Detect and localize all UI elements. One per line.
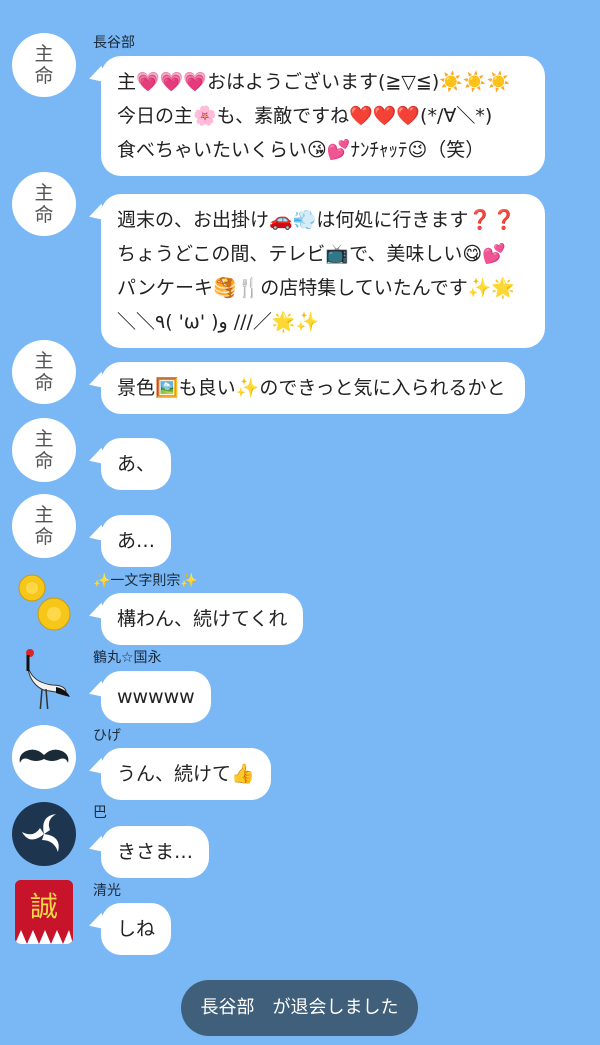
message-line: 週末の、お出掛け🚗💨は何処に行きます❓❓ [117, 209, 516, 231]
message-bubble[interactable]: あ… [101, 515, 172, 567]
sender-name: 巴 [93, 805, 107, 821]
chrysanthemum-icon[interactable] [12, 570, 76, 634]
message-line: wwwww [117, 686, 195, 708]
avatar-text-bottom: 命 [34, 526, 54, 548]
message-line: しね [117, 918, 156, 940]
sender-name: ✨一文字則宗✨ [93, 573, 198, 589]
message-line: あ、 [117, 453, 156, 475]
avatar-text-bottom: 命 [34, 372, 54, 394]
makoto-crest-icon[interactable]: 誠 [15, 880, 73, 944]
avatar-text-top: 主 [34, 504, 54, 526]
message-line: ちょうどこの間、テレビ📺で、美味しい😋💕 [117, 243, 506, 265]
tomoe-crest-icon[interactable] [12, 802, 76, 866]
message-bubble[interactable]: 景色🖼️も良い✨のできっと気に入られるかと [101, 362, 525, 414]
crane-icon[interactable] [12, 645, 76, 709]
avatar-text-bottom: 命 [34, 450, 54, 472]
sender-name: 長谷部 [93, 35, 135, 51]
avatar-text-bottom: 命 [34, 204, 54, 226]
sender-name: ひげ [93, 728, 121, 744]
sender-name: 鶴丸☆国永 [93, 650, 162, 666]
system-notice-left-group: 長谷部 が退会しました [181, 980, 418, 1036]
message-bubble[interactable]: きさま… [101, 826, 210, 878]
svg-text:誠: 誠 [30, 890, 58, 923]
message-line: 食べちゃいたいくらい😘💕ﾅﾝﾁｬｯﾃ😉（笑） [117, 139, 485, 161]
mustache-icon[interactable] [12, 725, 76, 789]
avatar-text-bottom: 命 [34, 65, 54, 87]
message-line: ＼＼٩( 'ω' )و ///／🌟✨ [117, 311, 320, 333]
message-line: 今日の主🌸も、素敵ですね❤️❤️❤️(*/∀＼*) [117, 105, 493, 127]
avatar-text-top: 主 [34, 350, 54, 372]
avatar-hasebe[interactable]: 主 命 [12, 340, 76, 404]
avatar-text-top: 主 [34, 43, 54, 65]
message-line: 景色🖼️も良い✨のできっと気に入られるかと [117, 377, 506, 399]
avatar-hasebe[interactable]: 主 命 [12, 172, 76, 236]
sender-name: 清光 [93, 883, 121, 899]
message-bubble[interactable]: 主💗💗💗おはようございます(≧▽≦)☀️☀️☀️ 今日の主🌸も、素敵ですね❤️❤… [101, 56, 545, 176]
message-line: うん、続けて👍 [117, 763, 255, 785]
message-bubble[interactable]: あ、 [101, 438, 172, 490]
message-bubble[interactable]: しね [101, 903, 172, 955]
message-line: 構わん、続けてくれ [117, 608, 288, 630]
message-bubble[interactable]: wwwww [101, 671, 211, 723]
avatar-hasebe[interactable]: 主 命 [12, 33, 76, 97]
message-line: きさま… [117, 841, 194, 863]
message-bubble[interactable]: 週末の、お出掛け🚗💨は何処に行きます❓❓ ちょうどこの間、テレビ📺で、美味しい😋… [101, 194, 545, 348]
avatar-text-top: 主 [34, 182, 54, 204]
message-bubble[interactable]: うん、続けて👍 [101, 748, 271, 800]
message-line: パンケーキ🥞🍴の店特集していたんです✨🌟 [117, 277, 516, 299]
message-line: あ… [117, 530, 156, 552]
avatar-hasebe[interactable]: 主 命 [12, 494, 76, 558]
avatar-hasebe[interactable]: 主 命 [12, 418, 76, 482]
message-line: 主💗💗💗おはようございます(≧▽≦)☀️☀️☀️ [117, 71, 511, 93]
message-bubble[interactable]: 構わん、続けてくれ [101, 593, 304, 645]
avatar-text-top: 主 [34, 428, 54, 450]
